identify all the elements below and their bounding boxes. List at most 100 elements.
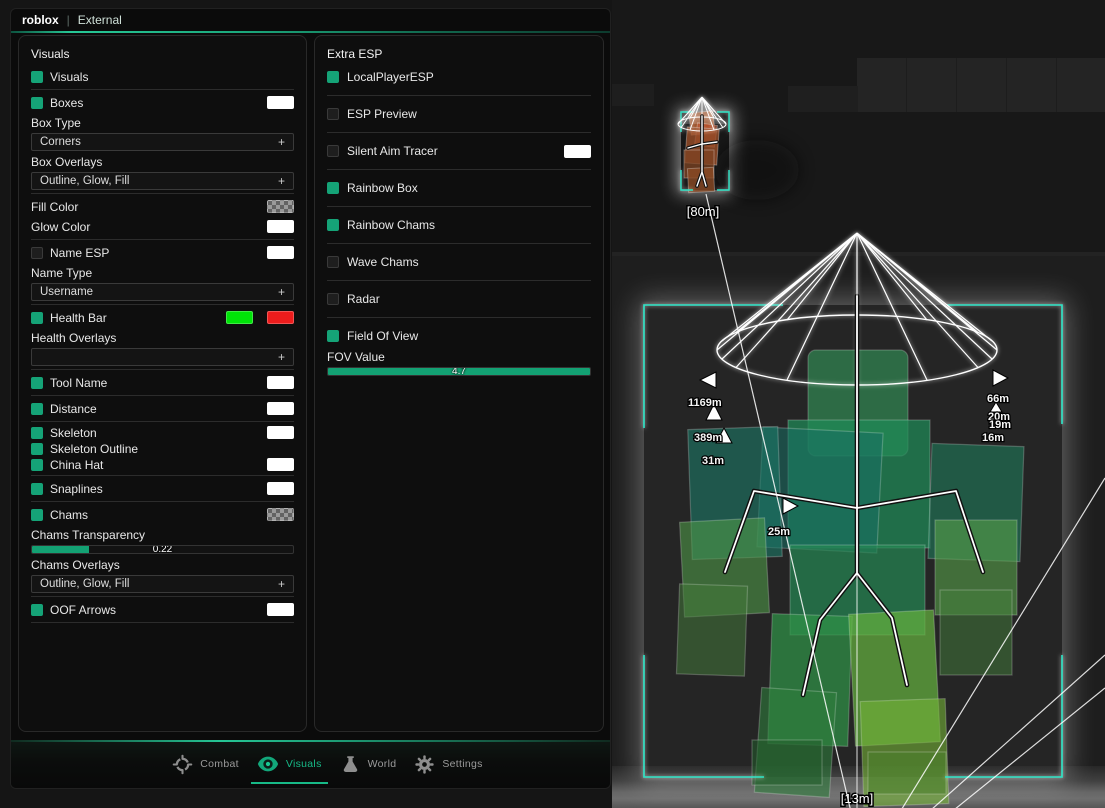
svg-text:19m: 19m bbox=[989, 419, 1011, 431]
color-swatch-white[interactable] bbox=[267, 482, 294, 495]
checkbox-checked-icon[interactable] bbox=[327, 71, 339, 83]
color-swatch-white[interactable] bbox=[267, 220, 294, 233]
distance-label-small: [80m] bbox=[687, 204, 720, 219]
tab-settings[interactable]: Settings bbox=[412, 754, 484, 775]
checkbox-unchecked-icon[interactable] bbox=[327, 293, 339, 305]
divider bbox=[327, 95, 591, 96]
dropdown-chams-overlays[interactable]: Outline, Glow, Fill + bbox=[31, 575, 294, 593]
checkbox-checked-icon[interactable] bbox=[31, 604, 43, 616]
checkbox-checked-icon[interactable] bbox=[31, 509, 43, 521]
panel-visuals: Visuals Visuals Boxes Box Type Corners +… bbox=[18, 35, 307, 732]
color-swatch-white[interactable] bbox=[267, 603, 294, 616]
toggle-field-of-view[interactable]: Field Of View bbox=[327, 326, 591, 346]
toggle-snaplines[interactable]: Snaplines bbox=[31, 479, 294, 498]
checkbox-checked-icon[interactable] bbox=[327, 330, 339, 342]
color-swatch-white[interactable] bbox=[267, 376, 294, 389]
svg-text:66m: 66m bbox=[987, 393, 1009, 405]
label-name-type: Name Type bbox=[31, 266, 294, 281]
screen: [80m] bbox=[0, 0, 1105, 808]
label-chams-overlays: Chams Overlays bbox=[31, 558, 294, 573]
title-accent-line bbox=[11, 31, 610, 33]
color-swatch-white[interactable] bbox=[564, 145, 591, 158]
title-bar[interactable]: roblox | External bbox=[11, 9, 610, 31]
svg-text:1169m: 1169m bbox=[688, 397, 722, 409]
color-swatch-white[interactable] bbox=[267, 246, 294, 259]
toggle-skeleton[interactable]: Skeleton bbox=[31, 425, 294, 440]
toggle-name-esp[interactable]: Name ESP bbox=[31, 243, 294, 262]
toggle-oof-arrows[interactable]: OOF Arrows bbox=[31, 600, 294, 619]
checkbox-checked-icon[interactable] bbox=[31, 427, 43, 439]
checkbox-unchecked-icon[interactable] bbox=[31, 247, 43, 259]
label-box-type: Box Type bbox=[31, 116, 294, 131]
expand-icon[interactable]: + bbox=[278, 135, 285, 149]
expand-icon[interactable]: + bbox=[278, 285, 285, 299]
color-swatch-red[interactable] bbox=[267, 311, 294, 324]
color-swatch-transparent[interactable] bbox=[267, 200, 294, 213]
toggle-visuals[interactable]: Visuals bbox=[31, 67, 294, 86]
toggle-chams[interactable]: Chams bbox=[31, 505, 294, 524]
toggle-radar[interactable]: Radar bbox=[327, 289, 591, 309]
divider bbox=[327, 169, 591, 170]
toggle-localplayer-esp[interactable]: LocalPlayerESP bbox=[327, 67, 591, 87]
checkbox-checked-icon[interactable] bbox=[31, 443, 43, 455]
divider bbox=[31, 475, 294, 476]
flask-icon bbox=[340, 754, 361, 775]
toggle-silent-aim-tracer[interactable]: Silent Aim Tracer bbox=[327, 141, 591, 161]
checkbox-unchecked-icon[interactable] bbox=[327, 145, 339, 157]
slider-value: 4.7 bbox=[328, 368, 590, 375]
dropdown-box-overlays[interactable]: Outline, Glow, Fill + bbox=[31, 172, 294, 190]
color-swatch-green[interactable] bbox=[226, 311, 253, 324]
checkbox-checked-icon[interactable] bbox=[31, 97, 43, 109]
color-swatch-white[interactable] bbox=[267, 402, 294, 415]
checkbox-checked-icon[interactable] bbox=[31, 403, 43, 415]
color-swatch-white[interactable] bbox=[267, 426, 294, 439]
toggle-wave-chams[interactable]: Wave Chams bbox=[327, 252, 591, 272]
toggle-china-hat[interactable]: China Hat bbox=[31, 457, 294, 472]
expand-icon[interactable]: + bbox=[278, 350, 285, 364]
color-swatch-white[interactable] bbox=[267, 458, 294, 471]
dropdown-health-overlays[interactable]: + bbox=[31, 348, 294, 366]
checkbox-checked-icon[interactable] bbox=[31, 483, 43, 495]
divider bbox=[327, 243, 591, 244]
checkbox-checked-icon[interactable] bbox=[31, 459, 43, 471]
slider-fov-value[interactable]: 4.7 bbox=[327, 367, 591, 376]
toggle-rainbow-chams[interactable]: Rainbow Chams bbox=[327, 215, 591, 235]
toggle-esp-preview[interactable]: ESP Preview bbox=[327, 104, 591, 124]
color-swatch-white[interactable] bbox=[267, 96, 294, 109]
tab-visuals[interactable]: Visuals bbox=[255, 753, 324, 775]
checkbox-unchecked-icon[interactable] bbox=[327, 256, 339, 268]
toggle-tool-name[interactable]: Tool Name bbox=[31, 373, 294, 392]
color-swatch-transparent[interactable] bbox=[267, 508, 294, 521]
divider bbox=[31, 596, 294, 597]
toggle-boxes[interactable]: Boxes bbox=[31, 93, 294, 112]
checkbox-checked-icon[interactable] bbox=[327, 219, 339, 231]
toggle-health-bar[interactable]: Health Bar bbox=[31, 308, 294, 327]
svg-text:389m: 389m bbox=[694, 432, 722, 444]
window-subtitle: External bbox=[78, 13, 122, 27]
dropdown-box-type[interactable]: Corners + bbox=[31, 133, 294, 151]
dropdown-name-type[interactable]: Username + bbox=[31, 283, 294, 301]
divider bbox=[31, 369, 294, 370]
scene-shadow bbox=[715, 140, 799, 200]
checkbox-checked-icon[interactable] bbox=[31, 312, 43, 324]
checkbox-unchecked-icon[interactable] bbox=[327, 108, 339, 120]
tab-world[interactable]: World bbox=[338, 754, 399, 775]
slider-value: 0.22 bbox=[32, 546, 293, 553]
expand-icon[interactable]: + bbox=[278, 577, 285, 591]
row-glow-color: Glow Color bbox=[31, 217, 294, 236]
checkbox-checked-icon[interactable] bbox=[31, 71, 43, 83]
checkbox-checked-icon[interactable] bbox=[31, 377, 43, 389]
window-title: roblox bbox=[22, 13, 59, 27]
toggle-rainbow-box[interactable]: Rainbow Box bbox=[327, 178, 591, 198]
toggle-distance[interactable]: Distance bbox=[31, 399, 294, 418]
label-chams-transparency: Chams Transparency bbox=[31, 528, 294, 543]
slider-chams-transparency[interactable]: 0.22 bbox=[31, 545, 294, 554]
checkbox-checked-icon[interactable] bbox=[327, 182, 339, 194]
divider bbox=[31, 501, 294, 502]
tab-combat[interactable]: Combat bbox=[170, 754, 241, 775]
toggle-skeleton-outline[interactable]: Skeleton Outline bbox=[31, 441, 294, 456]
divider bbox=[31, 421, 294, 422]
expand-icon[interactable]: + bbox=[278, 174, 285, 188]
divider bbox=[31, 395, 294, 396]
panel-visuals-header: Visuals bbox=[31, 47, 294, 61]
